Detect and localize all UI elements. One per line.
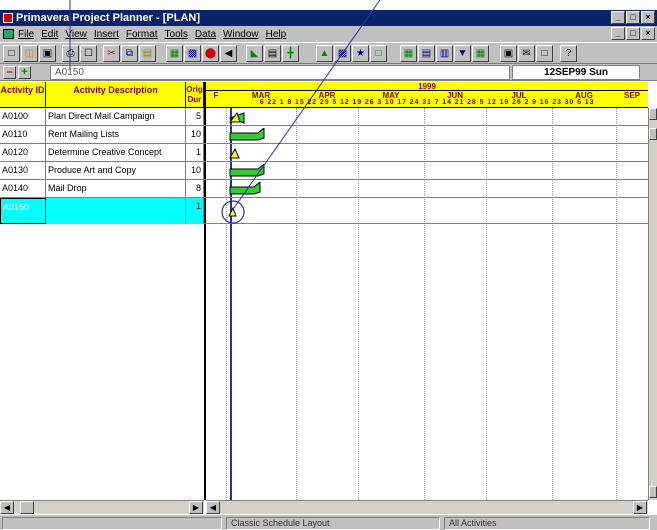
scroll-thumb[interactable] [649, 128, 657, 140]
status-filter: All Activities [444, 517, 650, 530]
calendar-icon[interactable]: ▩ [184, 45, 201, 62]
stop-icon[interactable]: ⬤ [202, 45, 219, 62]
activity-duration[interactable]: 8 [186, 180, 204, 198]
report-icon[interactable]: ▦ [472, 45, 489, 62]
activity-duration[interactable]: 10 [186, 126, 204, 144]
menu-tools[interactable]: Tools [165, 29, 188, 40]
activity-id[interactable]: A0130 [0, 162, 46, 180]
data-date: 12SEP99 Sun [512, 65, 640, 80]
document-icon[interactable] [3, 29, 14, 39]
status-panel [2, 517, 222, 530]
doc-minimize-button[interactable]: _ [611, 27, 625, 40]
layout-icon[interactable]: ▦ [166, 45, 183, 62]
activity-description[interactable]: Plan Direct Mail Campaign [46, 108, 186, 126]
menu-format[interactable]: Format [126, 29, 158, 40]
paste-icon[interactable]: ▤ [139, 45, 156, 62]
scroll-up-icon[interactable] [649, 108, 657, 120]
activity-description[interactable]: Determine Creative Concept [46, 144, 186, 162]
print-preview-icon[interactable]: ☐ [80, 45, 97, 62]
sheet-icon[interactable]: ▥ [436, 45, 453, 62]
scroll-left-icon[interactable]: ◀ [0, 501, 14, 514]
activity-duration[interactable]: 1 [186, 144, 204, 162]
activity-description[interactable]: Rent Mailing Lists [46, 126, 186, 144]
activity-description[interactable]: Mail Drop [46, 180, 186, 198]
minimize-button[interactable]: _ [611, 11, 625, 24]
vertical-scrollbar[interactable] [648, 108, 657, 500]
window-title: Primavera Project Planner - [PLAN] [16, 12, 201, 24]
doc-restore-button[interactable]: □ [626, 27, 640, 40]
table-icon[interactable]: ▦ [400, 45, 417, 62]
activity-id[interactable]: A0100 [0, 108, 46, 126]
scroll-right-icon[interactable]: ▶ [189, 501, 203, 514]
doc-close-button[interactable]: × [641, 27, 655, 40]
activity-id[interactable]: A0140 [0, 180, 46, 198]
scroll-thumb[interactable] [20, 501, 34, 514]
annotation-pointer [69, 0, 71, 70]
filter-icon[interactable]: ▼ [454, 45, 471, 62]
menu-insert[interactable]: Insert [94, 29, 119, 40]
column-header-duration[interactable]: Orig Dur [186, 82, 204, 108]
activity-duration[interactable]: 1 [186, 198, 204, 224]
status-bar: Classic Schedule Layout All Activities [0, 514, 657, 530]
menu-file[interactable]: File [18, 29, 34, 40]
activity-id[interactable]: A0110 [0, 126, 46, 144]
activity-id[interactable]: A0150 [0, 198, 46, 224]
help-icon[interactable]: ? [560, 45, 577, 62]
menu-edit[interactable]: Edit [41, 29, 58, 40]
collapse-button[interactable]: – [3, 66, 16, 79]
table-scrollbar[interactable]: ◀ ▶ [0, 500, 204, 514]
activity-duration[interactable]: 5 [186, 108, 204, 126]
annotation-pointer [233, 0, 381, 209]
activity-duration[interactable]: 10 [186, 162, 204, 180]
activity-id[interactable]: A0120 [0, 144, 46, 162]
grid-icon[interactable]: ▤ [418, 45, 435, 62]
maximize-button[interactable]: □ [626, 11, 640, 24]
cut-icon[interactable]: ✂ [103, 45, 120, 62]
view-icon[interactable]: ▣ [500, 45, 517, 62]
window-icon[interactable]: □ [536, 45, 553, 62]
column-header-id[interactable]: Activity ID [0, 82, 46, 108]
menu-data[interactable]: Data [195, 29, 216, 40]
scroll-down-icon[interactable] [649, 486, 657, 498]
column-header-description[interactable]: Activity Description [46, 82, 186, 108]
mail-icon[interactable]: ✉ [518, 45, 535, 62]
expand-button[interactable]: + [18, 66, 31, 79]
scroll-left-icon[interactable]: ◀ [206, 501, 220, 514]
save-icon[interactable]: ▣ [39, 45, 56, 62]
new-icon[interactable]: □ [3, 45, 20, 62]
open-icon[interactable]: ◫ [21, 45, 38, 62]
scroll-right-icon[interactable]: ▶ [633, 501, 647, 514]
activity-description[interactable]: Produce Art and Copy [46, 162, 186, 180]
status-layout: Classic Schedule Layout [226, 517, 440, 530]
gantt-scrollbar[interactable]: ◀ ▶ [206, 500, 648, 514]
close-button[interactable]: × [641, 11, 655, 24]
copy-icon[interactable]: ⧉ [121, 45, 138, 62]
app-icon[interactable] [3, 13, 13, 23]
activity-description[interactable] [46, 198, 186, 224]
